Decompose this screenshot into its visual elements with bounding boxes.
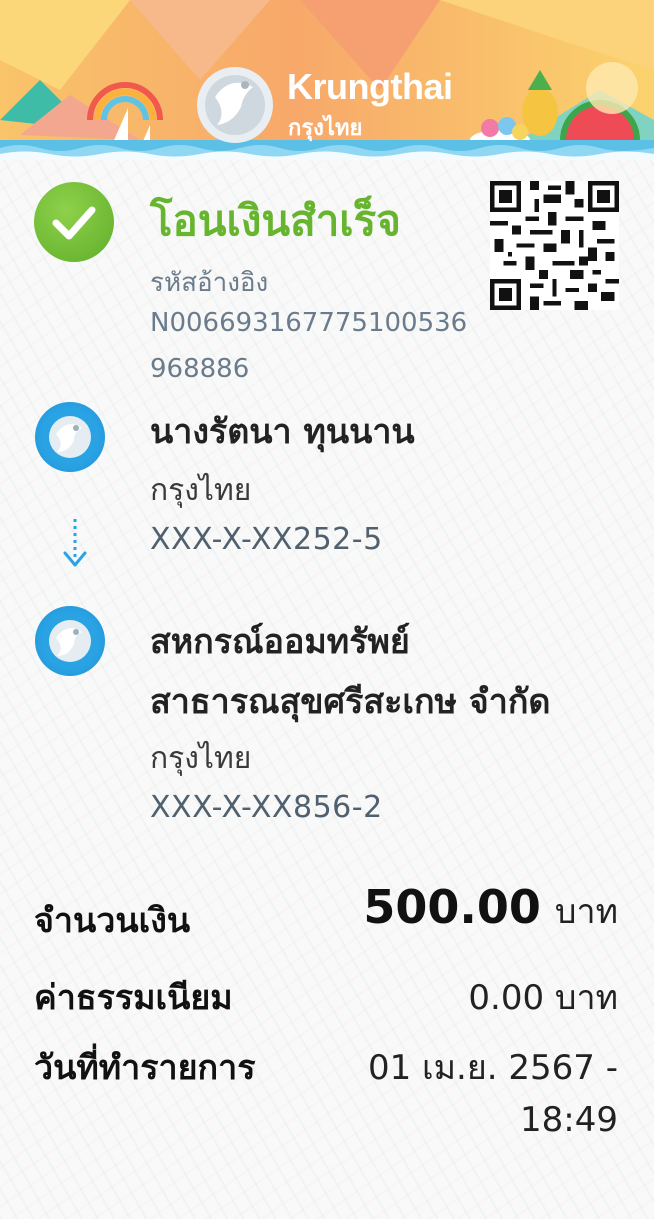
sender-bank-logo-icon [35, 402, 105, 472]
amount-unit: บาท [554, 892, 618, 932]
sender-bank-name: กรุงไทย [150, 473, 252, 508]
amount-value: 500.00 [363, 880, 541, 934]
brand-name-th: กรุงไทย [288, 116, 363, 141]
receiver-bank-name: กรุงไทย [150, 741, 252, 776]
sender-name: นางรัตนา ทุนนาน [150, 412, 415, 452]
header-banner: Krungthai กรุงไทย [0, 0, 654, 160]
reference-label: รหัสอ้างอิง [150, 268, 269, 298]
receiver-name-line-1: สหกรณ์ออมทรัพย์ [150, 622, 410, 662]
arrow-down-icon [63, 519, 87, 567]
receiver-bank-logo-icon [35, 606, 105, 676]
qr-code-icon[interactable] [489, 181, 620, 310]
receiver-account-number: XXX-X-XX856-2 [150, 790, 383, 825]
status-title: โอนเงินสำเร็จ [150, 196, 401, 245]
reference-number-line-2: 968886 [150, 354, 250, 384]
date-value-line-2: 18:49 [520, 1100, 618, 1140]
amount-value-group: 500.00 บาท [363, 880, 618, 938]
date-value-line-1: 01 เม.ย. 2567 - [367, 1048, 618, 1088]
fee-label: ค่าธรรมเนียม [34, 978, 233, 1018]
date-label: วันที่ทำรายการ [34, 1048, 256, 1088]
amount-label: จำนวนเงิน [34, 901, 191, 941]
check-icon [34, 182, 114, 262]
fee-value: 0.00 บาท [468, 978, 618, 1018]
brand-name-en: Krungthai [287, 66, 453, 107]
reference-number-line-1: N006693167775100536 [150, 308, 468, 338]
sender-account-number: XXX-X-XX252-5 [150, 522, 383, 557]
receiver-name-line-2: สาธารณสุขศรีสะเกษ จำกัด [150, 682, 551, 722]
